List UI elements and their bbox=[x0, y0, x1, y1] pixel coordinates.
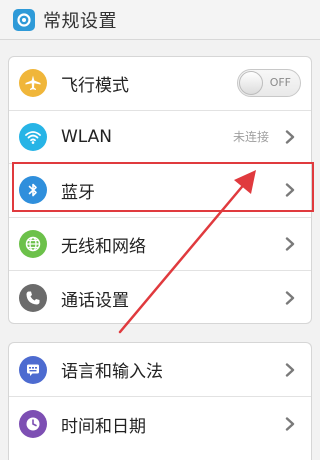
chevron-right-icon bbox=[285, 237, 295, 251]
language-input-label: 语言和输入法 bbox=[61, 362, 163, 382]
call-settings-label: 通话设置 bbox=[61, 290, 129, 311]
settings-group-connectivity: 飞行模式 OFF WLAN 未连接 蓝牙 无线和网络 通话设置 bbox=[8, 56, 312, 324]
airplane-mode-row[interactable]: 飞行模式 OFF bbox=[9, 57, 311, 111]
wifi-icon bbox=[19, 122, 47, 151]
page-title: 常规设置 bbox=[43, 10, 117, 32]
chevron-right-icon bbox=[285, 291, 295, 305]
wlan-status: 未连接 bbox=[232, 130, 269, 145]
globe-icon bbox=[19, 230, 47, 259]
toggle-knob bbox=[239, 71, 263, 96]
wlan-row[interactable]: WLAN 未连接 bbox=[9, 111, 311, 165]
airplane-icon bbox=[19, 69, 47, 98]
bluetooth-label: 蓝牙 bbox=[61, 182, 95, 203]
chevron-right-icon bbox=[285, 362, 295, 377]
settings-group-system: 语言和输入法 时间和日期 bbox=[8, 342, 312, 460]
wlan-label: WLAN bbox=[61, 126, 113, 147]
airplane-mode-toggle[interactable]: OFF bbox=[237, 69, 301, 98]
bluetooth-icon bbox=[19, 176, 47, 205]
settings-app-icon bbox=[13, 8, 35, 31]
keyboard-icon bbox=[19, 355, 47, 384]
airplane-mode-label: 飞行模式 bbox=[61, 75, 129, 96]
language-input-row[interactable]: 语言和输入法 bbox=[9, 343, 311, 397]
chevron-right-icon bbox=[285, 130, 295, 144]
wireless-network-label: 无线和网络 bbox=[61, 236, 146, 257]
date-time-label: 时间和日期 bbox=[61, 416, 146, 437]
wireless-network-row[interactable]: 无线和网络 bbox=[9, 218, 311, 272]
chevron-right-icon bbox=[285, 183, 295, 198]
clock-icon bbox=[19, 410, 47, 438]
chevron-right-icon bbox=[285, 417, 295, 431]
phone-icon bbox=[19, 284, 47, 313]
title-bar: 常规设置 bbox=[0, 0, 320, 40]
bluetooth-row[interactable]: 蓝牙 bbox=[9, 164, 311, 218]
call-settings-row[interactable]: 通话设置 bbox=[9, 271, 311, 323]
date-time-row[interactable]: 时间和日期 bbox=[9, 397, 311, 451]
toggle-state-text: OFF bbox=[269, 76, 291, 90]
